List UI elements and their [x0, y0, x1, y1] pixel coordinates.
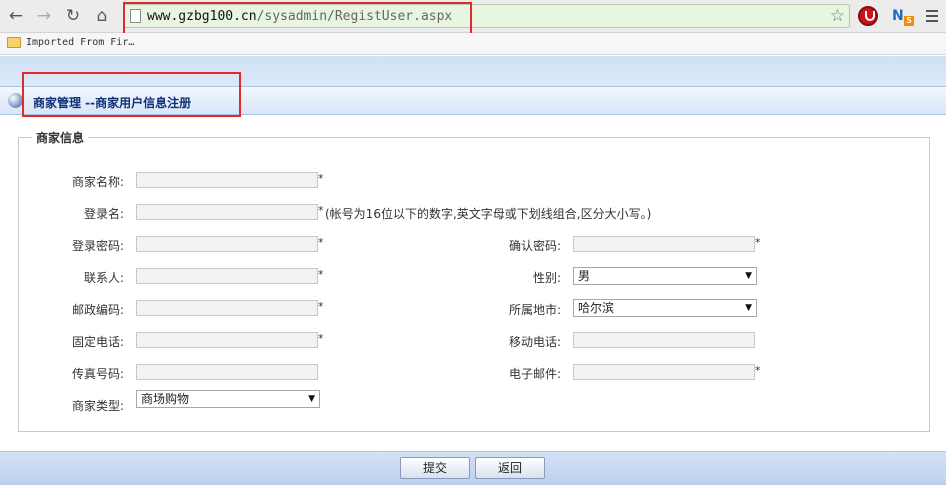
- forward-icon[interactable]: →: [34, 6, 54, 26]
- extension-badge: 5: [904, 16, 914, 26]
- confirm-password-label: 确认密码:: [508, 239, 561, 253]
- contact-label: 联系人:: [83, 271, 124, 285]
- postcode-input[interactable]: [136, 300, 318, 316]
- title-highlight-box: [22, 72, 241, 117]
- chevron-down-icon: ▼: [745, 303, 752, 313]
- login-input[interactable]: [136, 204, 318, 220]
- chevron-down-icon: ▼: [308, 394, 315, 404]
- email-label: 电子邮件:: [508, 367, 561, 381]
- type-label: 商家类型:: [71, 399, 124, 413]
- home-icon[interactable]: ⌂: [92, 6, 112, 26]
- mobile-label: 移动电话:: [508, 335, 561, 349]
- bookmark-imported[interactable]: Imported From Fir…: [26, 37, 134, 48]
- merchant-type-value: 商场购物: [141, 392, 190, 406]
- gender-select[interactable]: 男 ▼: [573, 267, 757, 285]
- name-input[interactable]: [136, 172, 318, 188]
- phone-label: 固定电话:: [71, 335, 124, 349]
- password-label: 登录密码:: [71, 239, 124, 253]
- city-label: 所属地市:: [508, 303, 561, 317]
- reload-icon[interactable]: ↻: [63, 6, 83, 26]
- back-icon[interactable]: ←: [6, 6, 26, 26]
- gender-label: 性别:: [532, 271, 561, 285]
- merchant-type-select[interactable]: 商场购物 ▼: [136, 390, 320, 408]
- folder-icon: [7, 37, 21, 48]
- extension-n-icon[interactable]: N: [892, 8, 904, 24]
- name-required-mark: *: [318, 172, 324, 185]
- back-button[interactable]: 返回: [475, 457, 545, 479]
- contact-input[interactable]: [136, 268, 318, 284]
- action-bar: 提交 返回: [0, 451, 946, 485]
- email-required-mark: *: [755, 364, 761, 377]
- section-legend: 商家信息: [32, 129, 89, 146]
- menu-icon[interactable]: [926, 10, 938, 22]
- gender-value: 男: [578, 269, 591, 283]
- fax-label: 传真号码:: [71, 367, 124, 381]
- contact-required-mark: *: [318, 268, 324, 281]
- password-required-mark: *: [318, 236, 324, 249]
- url-highlight-box: [123, 2, 472, 35]
- confirm-required-mark: *: [755, 236, 761, 249]
- city-select[interactable]: 哈尔滨 ▼: [573, 299, 757, 317]
- name-label: 商家名称:: [71, 175, 124, 189]
- phone-input[interactable]: [136, 332, 318, 348]
- city-value: 哈尔滨: [578, 301, 615, 315]
- mobile-input[interactable]: [573, 332, 755, 348]
- phone-required-mark: *: [318, 332, 324, 345]
- login-label: 登录名:: [83, 207, 124, 221]
- login-hint: (帐号为16位以下的数字,英文字母或下划线组合,区分大小写。): [325, 207, 652, 221]
- postcode-label: 邮政编码:: [71, 303, 124, 317]
- chevron-down-icon: ▼: [745, 271, 752, 281]
- login-required-mark: *: [318, 204, 324, 217]
- confirm-password-input[interactable]: [573, 236, 755, 252]
- submit-button[interactable]: 提交: [400, 457, 470, 479]
- password-input[interactable]: [136, 236, 318, 252]
- email-input[interactable]: [573, 364, 755, 380]
- fax-input[interactable]: [136, 364, 318, 380]
- adblock-extension-icon[interactable]: [858, 6, 878, 26]
- bookmark-star-icon[interactable]: ☆: [830, 6, 845, 26]
- module-icon: [8, 93, 23, 108]
- postcode-required-mark: *: [318, 300, 324, 313]
- bookmarks-bar: Imported From Fir…: [0, 33, 946, 55]
